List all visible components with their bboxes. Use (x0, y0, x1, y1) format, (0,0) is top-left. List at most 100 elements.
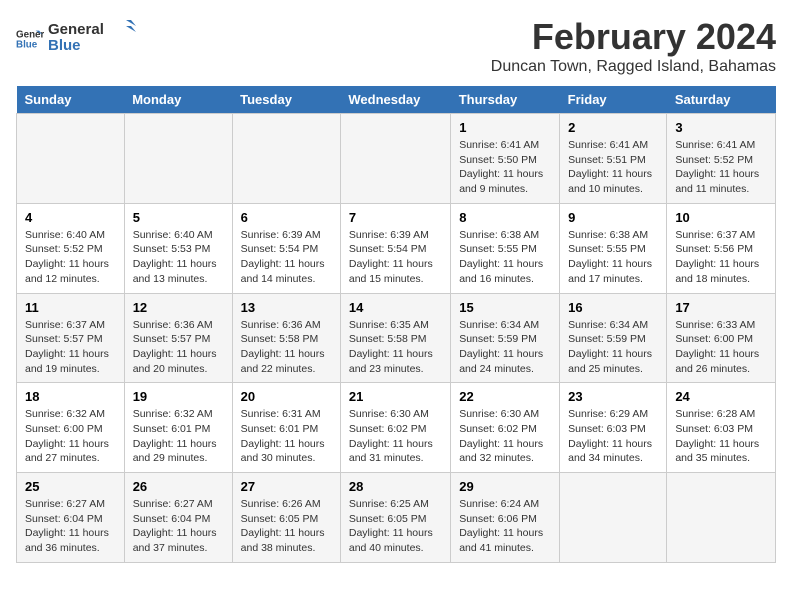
day-info: Sunrise: 6:30 AM Sunset: 6:02 PM Dayligh… (459, 407, 551, 466)
day-number: 2 (568, 120, 658, 135)
day-info: Sunrise: 6:24 AM Sunset: 6:06 PM Dayligh… (459, 497, 551, 556)
day-info: Sunrise: 6:41 AM Sunset: 5:51 PM Dayligh… (568, 138, 658, 197)
day-number: 22 (459, 389, 551, 404)
calendar-cell: 26 Sunrise: 6:27 AM Sunset: 6:04 PM Dayli… (124, 473, 232, 563)
day-info: Sunrise: 6:39 AM Sunset: 5:54 PM Dayligh… (349, 228, 442, 287)
day-info: Sunrise: 6:34 AM Sunset: 5:59 PM Dayligh… (568, 318, 658, 377)
calendar-cell: 9 Sunrise: 6:38 AM Sunset: 5:55 PM Daylig… (560, 203, 667, 293)
calendar-cell: 19Sunrise: 6:32 AM Sunset: 6:01 PM Dayli… (124, 383, 232, 473)
day-number: 27 (241, 479, 332, 494)
calendar-cell: 25 Sunrise: 6:27 AM Sunset: 6:04 PM Dayli… (17, 473, 125, 563)
day-info: Sunrise: 6:38 AM Sunset: 5:55 PM Dayligh… (459, 228, 551, 287)
logo: General Blue General Blue (16, 16, 138, 61)
day-number: 12 (133, 300, 224, 315)
day-header-sunday: Sunday (17, 86, 125, 114)
day-number: 8 (459, 210, 551, 225)
day-info: Sunrise: 6:28 AM Sunset: 6:03 PM Dayligh… (675, 407, 767, 466)
day-number: 6 (241, 210, 332, 225)
day-number: 13 (241, 300, 332, 315)
day-number: 24 (675, 389, 767, 404)
calendar-cell: 24 Sunrise: 6:28 AM Sunset: 6:03 PM Dayli… (667, 383, 776, 473)
day-number: 28 (349, 479, 442, 494)
calendar-cell: 10 Sunrise: 6:37 AM Sunset: 5:56 PM Dayli… (667, 203, 776, 293)
day-number: 26 (133, 479, 224, 494)
day-info: Sunrise: 6:37 AM Sunset: 5:56 PM Dayligh… (675, 228, 767, 287)
calendar-cell: 6 Sunrise: 6:39 AM Sunset: 5:54 PM Daylig… (232, 203, 340, 293)
day-info: Sunrise: 6:27 AM Sunset: 6:04 PM Dayligh… (25, 497, 116, 556)
calendar-cell: 29 Sunrise: 6:24 AM Sunset: 6:06 PM Dayli… (451, 473, 560, 563)
day-header-thursday: Thursday (451, 86, 560, 114)
day-number: 20 (241, 389, 332, 404)
header-row: SundayMondayTuesdayWednesdayThursdayFrid… (17, 86, 776, 114)
day-number: 23 (568, 389, 658, 404)
main-title: February 2024 (491, 16, 776, 58)
day-info: Sunrise: 6:27 AM Sunset: 6:04 PM Dayligh… (133, 497, 224, 556)
day-number: 29 (459, 479, 551, 494)
day-header-saturday: Saturday (667, 86, 776, 114)
day-number: 5 (133, 210, 224, 225)
day-info: Sunrise: 6:32 AM Sunset: 6:01 PM Dayligh… (133, 407, 224, 466)
day-info: Sunrise: 6:32 AM Sunset: 6:00 PM Dayligh… (25, 407, 116, 466)
calendar-cell: 5 Sunrise: 6:40 AM Sunset: 5:53 PM Daylig… (124, 203, 232, 293)
calendar-cell: 3 Sunrise: 6:41 AM Sunset: 5:52 PM Daylig… (667, 114, 776, 204)
calendar-cell (17, 114, 125, 204)
calendar-cell: 1Sunrise: 6:41 AM Sunset: 5:50 PM Daylig… (451, 114, 560, 204)
day-number: 9 (568, 210, 658, 225)
day-info: Sunrise: 6:40 AM Sunset: 5:53 PM Dayligh… (133, 228, 224, 287)
calendar-cell: 7 Sunrise: 6:39 AM Sunset: 5:54 PM Daylig… (340, 203, 450, 293)
calendar-cell: 12 Sunrise: 6:36 AM Sunset: 5:57 PM Dayli… (124, 293, 232, 383)
week-row-4: 18 Sunrise: 6:32 AM Sunset: 6:00 PM Dayli… (17, 383, 776, 473)
calendar-table: SundayMondayTuesdayWednesdayThursdayFrid… (16, 86, 776, 563)
day-number: 4 (25, 210, 116, 225)
logo-svg: General Blue (48, 16, 138, 56)
calendar-cell: 4Sunrise: 6:40 AM Sunset: 5:52 PM Daylig… (17, 203, 125, 293)
day-info: Sunrise: 6:30 AM Sunset: 6:02 PM Dayligh… (349, 407, 442, 466)
day-number: 16 (568, 300, 658, 315)
day-number: 10 (675, 210, 767, 225)
day-number: 15 (459, 300, 551, 315)
calendar-cell: 17 Sunrise: 6:33 AM Sunset: 6:00 PM Dayli… (667, 293, 776, 383)
calendar-cell (124, 114, 232, 204)
calendar-cell: 14 Sunrise: 6:35 AM Sunset: 5:58 PM Dayli… (340, 293, 450, 383)
header: General Blue General Blue February 2024 … (16, 16, 776, 76)
calendar-cell: 21Sunrise: 6:30 AM Sunset: 6:02 PM Dayli… (340, 383, 450, 473)
day-number: 18 (25, 389, 116, 404)
day-number: 7 (349, 210, 442, 225)
calendar-cell: 20 Sunrise: 6:31 AM Sunset: 6:01 PM Dayli… (232, 383, 340, 473)
calendar-cell: 15 Sunrise: 6:34 AM Sunset: 5:59 PM Dayli… (451, 293, 560, 383)
day-info: Sunrise: 6:34 AM Sunset: 5:59 PM Dayligh… (459, 318, 551, 377)
day-info: Sunrise: 6:38 AM Sunset: 5:55 PM Dayligh… (568, 228, 658, 287)
week-row-5: 25 Sunrise: 6:27 AM Sunset: 6:04 PM Dayli… (17, 473, 776, 563)
day-info: Sunrise: 6:37 AM Sunset: 5:57 PM Dayligh… (25, 318, 116, 377)
calendar-cell: 2 Sunrise: 6:41 AM Sunset: 5:51 PM Daylig… (560, 114, 667, 204)
day-info: Sunrise: 6:31 AM Sunset: 6:01 PM Dayligh… (241, 407, 332, 466)
day-info: Sunrise: 6:35 AM Sunset: 5:58 PM Dayligh… (349, 318, 442, 377)
day-info: Sunrise: 6:33 AM Sunset: 6:00 PM Dayligh… (675, 318, 767, 377)
week-row-1: 1Sunrise: 6:41 AM Sunset: 5:50 PM Daylig… (17, 114, 776, 204)
calendar-cell: 22 Sunrise: 6:30 AM Sunset: 6:02 PM Dayli… (451, 383, 560, 473)
day-info: Sunrise: 6:39 AM Sunset: 5:54 PM Dayligh… (241, 228, 332, 287)
calendar-cell (667, 473, 776, 563)
sub-title: Duncan Town, Ragged Island, Bahamas (491, 58, 776, 76)
day-header-friday: Friday (560, 86, 667, 114)
day-number: 1 (459, 120, 551, 135)
week-row-2: 4Sunrise: 6:40 AM Sunset: 5:52 PM Daylig… (17, 203, 776, 293)
day-number: 17 (675, 300, 767, 315)
week-row-3: 11 Sunrise: 6:37 AM Sunset: 5:57 PM Dayli… (17, 293, 776, 383)
title-section: February 2024 Duncan Town, Ragged Island… (491, 16, 776, 76)
day-number: 14 (349, 300, 442, 315)
svg-text:Blue: Blue (16, 39, 38, 50)
day-info: Sunrise: 6:36 AM Sunset: 5:57 PM Dayligh… (133, 318, 224, 377)
calendar-cell: 11 Sunrise: 6:37 AM Sunset: 5:57 PM Dayli… (17, 293, 125, 383)
day-info: Sunrise: 6:26 AM Sunset: 6:05 PM Dayligh… (241, 497, 332, 556)
day-info: Sunrise: 6:25 AM Sunset: 6:05 PM Dayligh… (349, 497, 442, 556)
day-info: Sunrise: 6:29 AM Sunset: 6:03 PM Dayligh… (568, 407, 658, 466)
day-info: Sunrise: 6:41 AM Sunset: 5:52 PM Dayligh… (675, 138, 767, 197)
day-header-monday: Monday (124, 86, 232, 114)
day-number: 3 (675, 120, 767, 135)
day-number: 25 (25, 479, 116, 494)
calendar-cell: 23 Sunrise: 6:29 AM Sunset: 6:03 PM Dayli… (560, 383, 667, 473)
calendar-cell: 13Sunrise: 6:36 AM Sunset: 5:58 PM Dayli… (232, 293, 340, 383)
logo-icon: General Blue (16, 25, 44, 53)
day-number: 11 (25, 300, 116, 315)
